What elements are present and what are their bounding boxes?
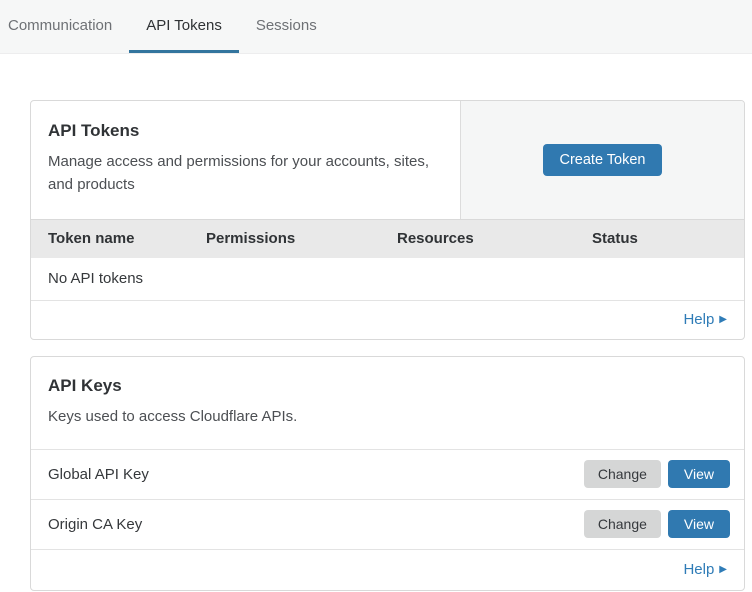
tab-bar: Communication API Tokens Sessions — [0, 0, 752, 54]
column-header-token-name: Token name — [31, 230, 189, 247]
global-api-key-row: Global API Key Change View — [31, 449, 744, 499]
tokens-help-row: Help ▶ — [31, 301, 744, 339]
tokens-help-link[interactable]: Help ▶ — [683, 311, 727, 328]
keys-help-link[interactable]: Help ▶ — [683, 561, 727, 578]
origin-ca-key-actions: Change View — [584, 510, 730, 538]
tab-communication[interactable]: Communication — [8, 0, 129, 53]
api-keys-description: Keys used to access Cloudflare APIs. — [48, 405, 448, 428]
origin-ca-key-view-button[interactable]: View — [668, 510, 730, 538]
api-tokens-description: Manage access and permissions for your a… — [48, 150, 436, 197]
api-tokens-card-header-actions: Create Token — [461, 101, 744, 219]
help-arrow-icon: ▶ — [719, 565, 727, 575]
origin-ca-key-row: Origin CA Key Change View — [31, 499, 744, 549]
api-keys-title: API Keys — [48, 376, 727, 396]
api-tokens-card-header-text: API Tokens Manage access and permissions… — [31, 101, 461, 219]
tokens-empty-message: No API tokens — [48, 270, 143, 287]
global-api-key-actions: Change View — [584, 460, 730, 488]
origin-ca-key-change-button[interactable]: Change — [584, 510, 661, 538]
tokens-empty-row: No API tokens — [31, 258, 744, 301]
keys-help-row: Help ▶ — [31, 549, 744, 590]
tab-api-tokens[interactable]: API Tokens — [129, 0, 239, 53]
create-token-button[interactable]: Create Token — [543, 144, 663, 176]
api-tokens-title: API Tokens — [48, 121, 436, 141]
column-header-permissions: Permissions — [189, 230, 380, 247]
tokens-table-header: Token name Permissions Resources Status — [31, 219, 744, 258]
column-header-status: Status — [575, 230, 744, 247]
global-api-key-change-button[interactable]: Change — [584, 460, 661, 488]
api-tokens-card: API Tokens Manage access and permissions… — [30, 100, 745, 340]
global-api-key-view-button[interactable]: View — [668, 460, 730, 488]
global-api-key-label: Global API Key — [48, 466, 584, 483]
api-tokens-card-header: API Tokens Manage access and permissions… — [31, 101, 744, 219]
tokens-help-label: Help — [683, 311, 714, 328]
tab-sessions[interactable]: Sessions — [239, 0, 334, 53]
api-keys-card: API Keys Keys used to access Cloudflare … — [30, 356, 745, 591]
column-header-resources: Resources — [380, 230, 575, 247]
keys-help-label: Help — [683, 561, 714, 578]
origin-ca-key-label: Origin CA Key — [48, 516, 584, 533]
help-arrow-icon: ▶ — [719, 315, 727, 325]
api-keys-card-header: API Keys Keys used to access Cloudflare … — [31, 357, 744, 449]
